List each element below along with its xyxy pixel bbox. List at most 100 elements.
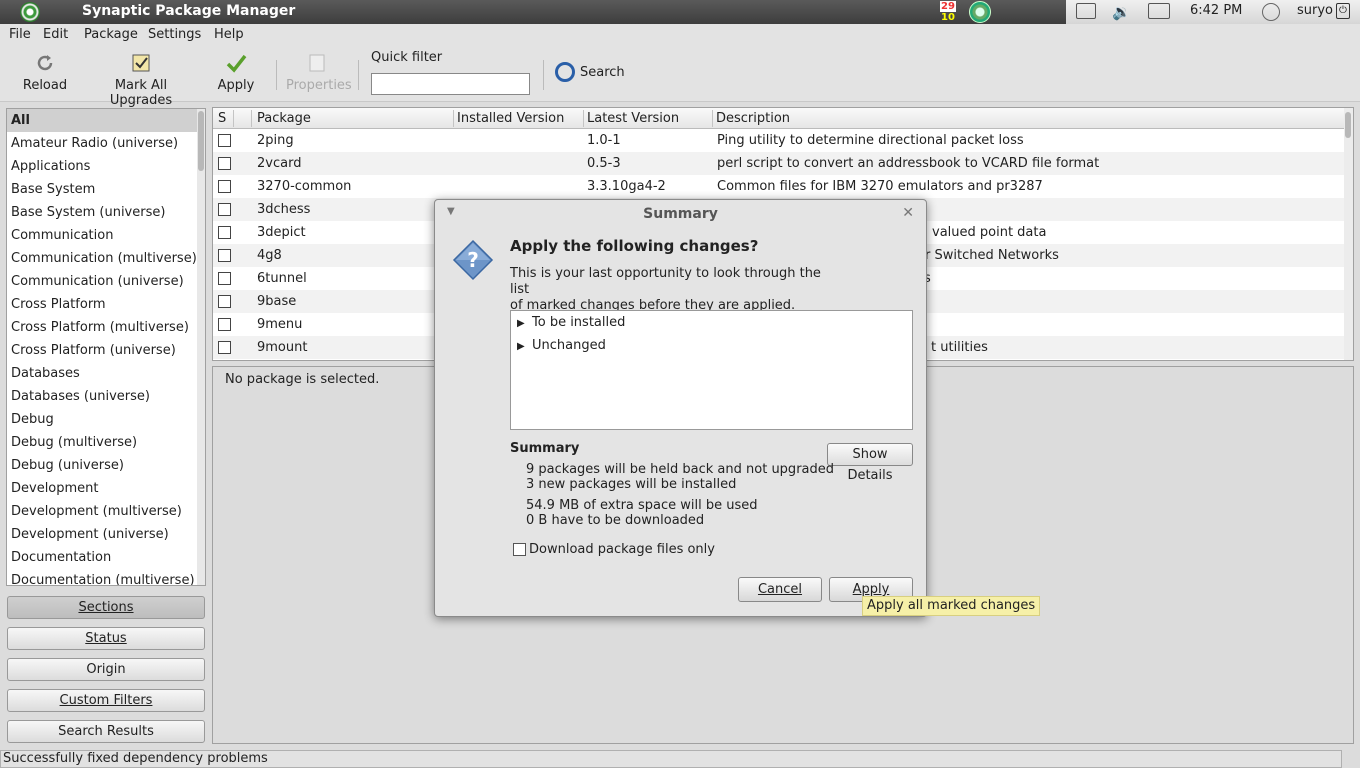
svg-text:?: ?: [467, 248, 479, 272]
tree-node-to-be-installed[interactable]: ▶ To be installed: [517, 315, 625, 330]
quick-filter-label: Quick filter: [371, 50, 443, 65]
section-item[interactable]: All: [7, 109, 205, 132]
mail-icon[interactable]: [1148, 3, 1170, 19]
origin-filter-button[interactable]: Origin: [7, 658, 205, 681]
section-item[interactable]: Communication (universe): [7, 270, 205, 293]
row-checkbox[interactable]: [218, 134, 231, 147]
section-item[interactable]: Documentation (multiverse): [7, 569, 205, 585]
row-checkbox[interactable]: [218, 295, 231, 308]
menu-help[interactable]: Help: [214, 27, 244, 42]
col-latest-version[interactable]: Latest Version: [587, 111, 679, 126]
section-item[interactable]: Cross Platform (universe): [7, 339, 205, 362]
close-icon[interactable]: ✕: [902, 205, 914, 221]
section-item[interactable]: Debug: [7, 408, 205, 431]
section-item[interactable]: Databases: [7, 362, 205, 385]
section-item[interactable]: Base System (universe): [7, 201, 205, 224]
col-description[interactable]: Description: [716, 111, 790, 126]
row-checkbox[interactable]: [218, 180, 231, 193]
summary-dialog: ▼ Summary ✕ ? Apply the following change…: [434, 199, 927, 617]
section-item[interactable]: Base System: [7, 178, 205, 201]
section-item[interactable]: Amateur Radio (universe): [7, 132, 205, 155]
row-description: t utilities: [931, 340, 988, 355]
package-scrollbar[interactable]: [1344, 108, 1353, 360]
sections-filter-button[interactable]: Sections: [7, 596, 205, 619]
reload-icon: [37, 55, 53, 71]
scrollbar-thumb[interactable]: [198, 111, 204, 171]
row-package: 9base: [257, 294, 297, 309]
details-text: No package is selected.: [225, 372, 380, 387]
apply-label: Apply: [217, 78, 255, 93]
update-notifier-icon[interactable]: [969, 1, 991, 23]
mark-all-upgrades-button[interactable]: Mark All Upgrades: [84, 50, 198, 108]
user-icon[interactable]: [1262, 3, 1280, 21]
user-name[interactable]: suryo: [1297, 3, 1333, 18]
section-item[interactable]: Development: [7, 477, 205, 500]
section-scrollbar[interactable]: [197, 109, 205, 585]
section-item[interactable]: Debug (multiverse): [7, 431, 205, 454]
status-filter-button[interactable]: Status: [7, 627, 205, 650]
section-item[interactable]: Databases (universe): [7, 385, 205, 408]
quick-filter-input[interactable]: [371, 73, 530, 95]
download-only-label[interactable]: Download package files only: [529, 542, 715, 557]
calendar-month: 10: [941, 12, 955, 23]
power-icon[interactable]: ⏻: [1336, 3, 1350, 19]
row-package: 3270-common: [257, 179, 352, 194]
window-title: Synaptic Package Manager: [82, 3, 296, 19]
custom-filters-button[interactable]: Custom Filters: [7, 689, 205, 712]
download-only-checkbox[interactable]: [513, 543, 526, 556]
search-icon: [555, 62, 575, 82]
status-bar: Successfully fixed dependency problems: [0, 750, 1342, 768]
col-status[interactable]: S: [218, 111, 226, 126]
calendar-day: 29: [940, 1, 956, 12]
row-checkbox[interactable]: [218, 249, 231, 262]
tree-node-unchanged[interactable]: ▶ Unchanged: [517, 338, 606, 353]
col-package[interactable]: Package: [257, 111, 311, 126]
row-checkbox[interactable]: [218, 226, 231, 239]
toolbar-separator: [276, 60, 277, 90]
section-item[interactable]: Cross Platform: [7, 293, 205, 316]
synaptic-app-icon[interactable]: [20, 2, 40, 22]
section-list[interactable]: All Amateur Radio (universe) Application…: [6, 108, 206, 586]
menu-file[interactable]: File: [9, 27, 31, 42]
table-row[interactable]: 2vcard 0.5-3 perl script to convert an a…: [213, 152, 1345, 175]
expander-icon[interactable]: ▶: [517, 341, 532, 352]
show-details-button[interactable]: Show Details: [827, 443, 913, 483]
properties-label: Properties: [286, 78, 352, 93]
menu-settings[interactable]: Settings: [148, 27, 201, 42]
search-results-button[interactable]: Search Results: [7, 720, 205, 743]
menu-edit[interactable]: Edit: [43, 27, 68, 42]
row-checkbox[interactable]: [218, 157, 231, 170]
row-checkbox[interactable]: [218, 203, 231, 216]
table-row[interactable]: 3270-common 3.3.10ga4-2 Common files for…: [213, 175, 1345, 198]
changes-tree[interactable]: ▶ To be installed ▶ Unchanged: [510, 310, 913, 430]
dialog-message-line: This is your last opportunity to look th…: [510, 266, 821, 297]
section-item[interactable]: Development (universe): [7, 523, 205, 546]
apply-button[interactable]: Apply: [216, 50, 256, 100]
section-item[interactable]: Debug (universe): [7, 454, 205, 477]
row-checkbox[interactable]: [218, 318, 231, 331]
col-installed-version[interactable]: Installed Version: [457, 111, 564, 126]
scrollbar-thumb[interactable]: [1345, 112, 1351, 138]
reload-button[interactable]: Reload: [22, 50, 68, 100]
section-item[interactable]: Communication: [7, 224, 205, 247]
volume-icon[interactable]: 🔉: [1112, 3, 1131, 21]
calendar-icon[interactable]: 29 10: [940, 1, 956, 23]
expander-icon[interactable]: ▶: [517, 318, 532, 329]
section-item[interactable]: Applications: [7, 155, 205, 178]
section-item[interactable]: Communication (multiverse): [7, 247, 205, 270]
section-item[interactable]: Documentation: [7, 546, 205, 569]
network-icon[interactable]: [1076, 3, 1096, 19]
table-header: S Package Installed Version Latest Versi…: [213, 108, 1353, 129]
question-icon: ?: [452, 239, 494, 281]
table-row[interactable]: 2ping 1.0-1 Ping utility to determine di…: [213, 129, 1345, 152]
cancel-button[interactable]: Cancel: [738, 577, 822, 602]
row-checkbox[interactable]: [218, 341, 231, 354]
toolbar: Reload Mark All Upgrades Apply Propertie…: [0, 46, 1360, 108]
clock[interactable]: 6:42 PM: [1190, 3, 1242, 18]
row-checkbox[interactable]: [218, 272, 231, 285]
menu-package[interactable]: Package: [84, 27, 138, 42]
section-item[interactable]: Cross Platform (multiverse): [7, 316, 205, 339]
summary-line: 3 new packages will be installed: [526, 477, 737, 492]
properties-button[interactable]: Properties: [286, 50, 352, 100]
section-item[interactable]: Development (multiverse): [7, 500, 205, 523]
